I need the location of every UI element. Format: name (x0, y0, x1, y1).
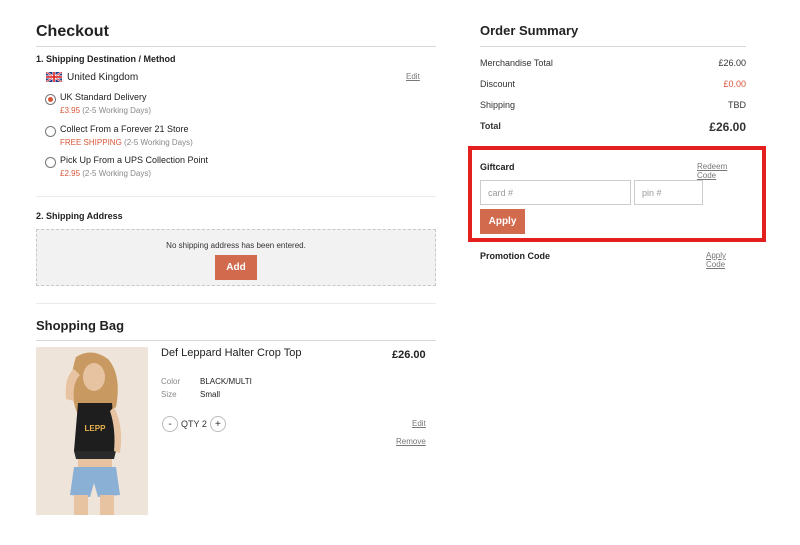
quantity-value: QTY 2 (181, 419, 207, 429)
remove-item-link[interactable]: Remove (396, 437, 426, 446)
shipping-option-ups-meta: £2.95 (2-5 Working Days) (60, 169, 151, 178)
address-section-title: 2. Shipping Address (36, 211, 123, 221)
empty-address-message: No shipping address has been entered. (166, 241, 306, 250)
shopping-bag-title: Shopping Bag (36, 318, 125, 333)
shipping-option-store-label: Collect From a Forever 21 Store (60, 124, 189, 134)
merchandise-total-row: Merchandise Total £26.00 (480, 58, 746, 68)
total-label: Total (480, 121, 501, 131)
shipping-option-standard-radio[interactable] (45, 94, 56, 105)
divider (36, 46, 436, 47)
size-label: Size (161, 390, 177, 399)
promotion-code-label: Promotion Code (480, 251, 550, 261)
shipping-option-store-days: (2-5 Working Days) (124, 138, 193, 147)
product-name[interactable]: Def Leppard Halter Crop Top (161, 347, 301, 359)
shipping-option-standard-price: £3.95 (60, 106, 81, 115)
edit-country-link[interactable]: Edit (406, 72, 420, 81)
total-value: £26.00 (709, 120, 746, 134)
shipping-option-store-radio[interactable] (45, 126, 56, 137)
decrease-qty-button[interactable]: - (162, 416, 178, 432)
edit-item-link[interactable]: Edit (412, 419, 426, 428)
shipping-option-store-price: FREE SHIPPING (60, 138, 122, 147)
country-name: United Kingdom (67, 72, 139, 83)
svg-text:LEPP: LEPP (85, 424, 107, 433)
shipping-option-store-meta: FREE SHIPPING (2-5 Working Days) (60, 138, 193, 147)
merchandise-total-label: Merchandise Total (480, 58, 553, 68)
shipping-option-standard-label: UK Standard Delivery (60, 92, 147, 102)
merchandise-total-value: £26.00 (718, 58, 746, 68)
discount-value: £0.00 (723, 79, 746, 89)
shipping-option-ups-label: Pick Up From a UPS Collection Point (60, 155, 209, 165)
divider (36, 196, 436, 197)
shipping-row: Shipping TBD (480, 100, 746, 110)
giftcard-highlight-box (468, 146, 766, 242)
apply-promo-code-link[interactable]: Apply Code (706, 251, 746, 269)
shipping-option-standard-days: (2-5 Working Days) (82, 106, 152, 115)
product-image[interactable]: LEPP (36, 347, 148, 515)
quantity-stepper: - QTY 2 + (162, 416, 226, 432)
divider (36, 340, 436, 341)
shipping-value: TBD (728, 100, 746, 110)
increase-qty-button[interactable]: + (209, 416, 226, 432)
shipping-option-ups-price: £2.95 (60, 169, 81, 178)
checkout-title: Checkout (36, 23, 109, 40)
shipping-label: Shipping (480, 100, 516, 110)
shipping-option-standard-meta: £3.95 (2-5 Working Days) (60, 106, 151, 115)
total-row: Total £26.00 (480, 120, 746, 134)
shipping-address-box: No shipping address has been entered. Ad… (36, 229, 436, 286)
discount-row: Discount £0.00 (480, 79, 746, 89)
shipping-option-ups-radio[interactable] (45, 157, 56, 168)
color-value: BLACK/MULTI (200, 377, 252, 386)
color-label: Color (161, 377, 181, 386)
shipping-section-title: 1. Shipping Destination / Method (36, 54, 176, 64)
divider (36, 303, 436, 304)
shipping-option-ups-days: (2-5 Working Days) (82, 169, 152, 178)
order-summary-title: Order Summary (480, 23, 579, 38)
size-value: Small (200, 390, 221, 399)
uk-flag-icon (46, 72, 62, 82)
product-price: £26.00 (392, 349, 426, 361)
add-address-button[interactable]: Add (215, 255, 257, 280)
divider (480, 46, 746, 47)
discount-label: Discount (480, 79, 516, 89)
